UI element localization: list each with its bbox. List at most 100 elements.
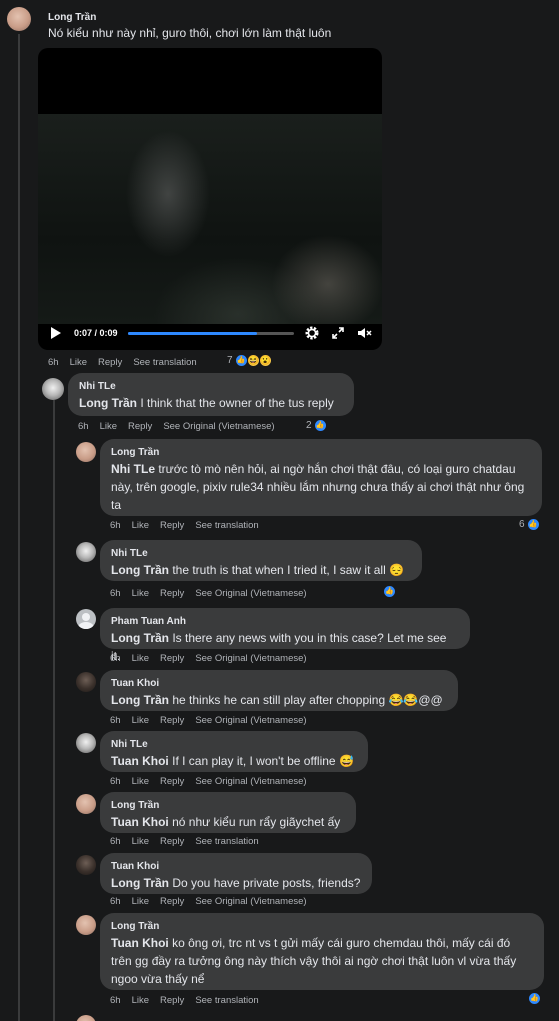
timestamp[interactable]: 6h: [110, 588, 121, 599]
mention[interactable]: Long Trần: [111, 563, 169, 577]
avatar[interactable]: [76, 733, 96, 753]
comment-body: the truth is that when I tried it, I saw…: [169, 563, 405, 577]
avatar[interactable]: [76, 1015, 96, 1021]
avatar[interactable]: [76, 855, 96, 875]
mention[interactable]: Long Trần: [79, 396, 137, 410]
reply-button[interactable]: Reply: [160, 653, 184, 664]
see-original-link[interactable]: See Original (Vietnamese): [195, 588, 306, 599]
see-translation-link[interactable]: See translation: [195, 995, 258, 1006]
mention[interactable]: Long Trần: [111, 693, 169, 707]
timestamp[interactable]: 6h: [110, 715, 121, 726]
play-icon[interactable]: [48, 325, 64, 341]
comment-bubble: Pham Tuan Anh Long Trần Is there any new…: [100, 608, 470, 663]
comment-author[interactable]: Nhi TLe: [111, 547, 411, 561]
see-original-link[interactable]: See Original (Vietnamese): [163, 421, 274, 432]
reply-button[interactable]: Reply: [160, 995, 184, 1006]
comment-actions: 6h Like Reply See translation: [110, 520, 259, 531]
settings-icon[interactable]: [304, 325, 320, 341]
see-original-link[interactable]: See Original (Vietnamese): [195, 653, 306, 664]
avatar[interactable]: [76, 915, 96, 935]
like-button[interactable]: Like: [132, 715, 149, 726]
comment-text: Tuan Khoi ko ông ơi, trc nt vs t gửi mấy…: [111, 934, 533, 988]
reply-button[interactable]: Reply: [128, 421, 152, 432]
timestamp[interactable]: 6h: [78, 421, 89, 432]
reaction-summary[interactable]: 👍: [383, 585, 396, 598]
comment-bubble: Long Trần Tuan Khoi nó như kiểu run rẩy …: [100, 792, 356, 833]
like-button[interactable]: Like: [70, 357, 87, 368]
like-button[interactable]: Like: [132, 653, 149, 664]
like-reaction-icon: 👍: [383, 585, 396, 598]
video-frame[interactable]: [38, 114, 382, 324]
like-button[interactable]: Like: [132, 836, 149, 847]
see-original-link[interactable]: See Original (Vietnamese): [195, 715, 306, 726]
like-button[interactable]: Like: [132, 520, 149, 531]
see-translation-link[interactable]: See translation: [195, 520, 258, 531]
comment-author[interactable]: Tuan Khoi: [111, 860, 361, 874]
reply-button[interactable]: Reply: [160, 896, 184, 907]
see-translation-link[interactable]: See translation: [195, 836, 258, 847]
comment-text: Tuan Khoi nó như kiểu run rẩy giãychet ấ…: [111, 813, 345, 831]
like-button[interactable]: Like: [132, 588, 149, 599]
avatar[interactable]: [76, 794, 96, 814]
comment-text: Long Trần I think that the owner of the …: [79, 394, 343, 412]
like-button[interactable]: Like: [132, 776, 149, 787]
fullscreen-icon[interactable]: [330, 325, 346, 341]
avatar[interactable]: [76, 672, 96, 692]
avatar[interactable]: [7, 7, 31, 31]
avatar[interactable]: [42, 378, 64, 400]
comment-author[interactable]: Long Trần: [48, 11, 96, 25]
mention[interactable]: Tuan Khoi: [111, 936, 169, 950]
mention[interactable]: Long Trần: [111, 876, 169, 890]
comment-author[interactable]: Long Trần: [111, 446, 531, 460]
comment-actions: 6h Like Reply See Original (Vietnamese): [110, 896, 307, 907]
video-player[interactable]: 0:07 / 0:09: [38, 48, 382, 350]
see-original-link[interactable]: See Original (Vietnamese): [195, 896, 306, 907]
avatar[interactable]: [76, 609, 96, 629]
haha-reaction-icon: 😆: [246, 354, 260, 367]
like-button[interactable]: Like: [132, 896, 149, 907]
see-translation-link[interactable]: See translation: [133, 357, 196, 368]
comment-text: Long Trần he thinks he can still play af…: [111, 691, 447, 709]
comment-author[interactable]: Nhi TLe: [111, 738, 357, 752]
reaction-count: 6: [519, 519, 525, 530]
mention[interactable]: Nhi TLe: [111, 462, 155, 476]
like-reaction-icon: 👍: [528, 992, 541, 1005]
mute-icon[interactable]: [356, 325, 372, 341]
reply-button[interactable]: Reply: [160, 588, 184, 599]
reaction-summary[interactable]: 2 👍: [306, 419, 327, 432]
video-progress-bar[interactable]: [127, 331, 294, 335]
comment-body: trước tò mò nên hỏi, ai ngờ hắn chơi thậ…: [111, 462, 525, 512]
reply-button[interactable]: Reply: [160, 776, 184, 787]
timestamp[interactable]: 6h: [48, 357, 59, 368]
comment-author[interactable]: Nhi TLe: [79, 380, 343, 394]
reaction-summary[interactable]: 7 👍 😆 😮: [227, 354, 272, 367]
avatar[interactable]: [76, 442, 96, 462]
comment-author[interactable]: Long Trần: [111, 799, 345, 813]
comment-author[interactable]: Tuan Khoi: [111, 677, 447, 691]
timestamp[interactable]: 6h: [110, 896, 121, 907]
avatar[interactable]: [76, 542, 96, 562]
comment-bubble: Long Trần Tuan Khoi ko ông ơi, trc nt vs…: [100, 913, 544, 990]
like-button[interactable]: Like: [100, 421, 117, 432]
comment-body: Do you have private posts, friends?: [169, 876, 361, 890]
reaction-summary[interactable]: 👍: [528, 992, 541, 1005]
reaction-summary[interactable]: 6 👍: [519, 518, 540, 531]
mention[interactable]: Long Trần: [111, 631, 169, 645]
mention[interactable]: Tuan Khoi: [111, 815, 169, 829]
see-original-link[interactable]: See Original (Vietnamese): [195, 776, 306, 787]
comment-actions: 6h Like Reply See translation: [48, 357, 197, 368]
timestamp[interactable]: 6h: [110, 995, 121, 1006]
timestamp[interactable]: 6h: [110, 520, 121, 531]
reply-button[interactable]: Reply: [98, 357, 122, 368]
reply-button[interactable]: Reply: [160, 715, 184, 726]
comment-author[interactable]: Pham Tuan Anh: [111, 615, 459, 629]
reply-button[interactable]: Reply: [160, 836, 184, 847]
like-button[interactable]: Like: [132, 995, 149, 1006]
timestamp[interactable]: 6h: [110, 653, 121, 664]
timestamp[interactable]: 6h: [110, 836, 121, 847]
reply-button[interactable]: Reply: [160, 520, 184, 531]
comment-author[interactable]: Long Trần: [111, 920, 533, 934]
timestamp[interactable]: 6h: [110, 776, 121, 787]
mention[interactable]: Tuan Khoi: [111, 754, 169, 768]
wow-reaction-icon: 😮: [258, 354, 272, 367]
